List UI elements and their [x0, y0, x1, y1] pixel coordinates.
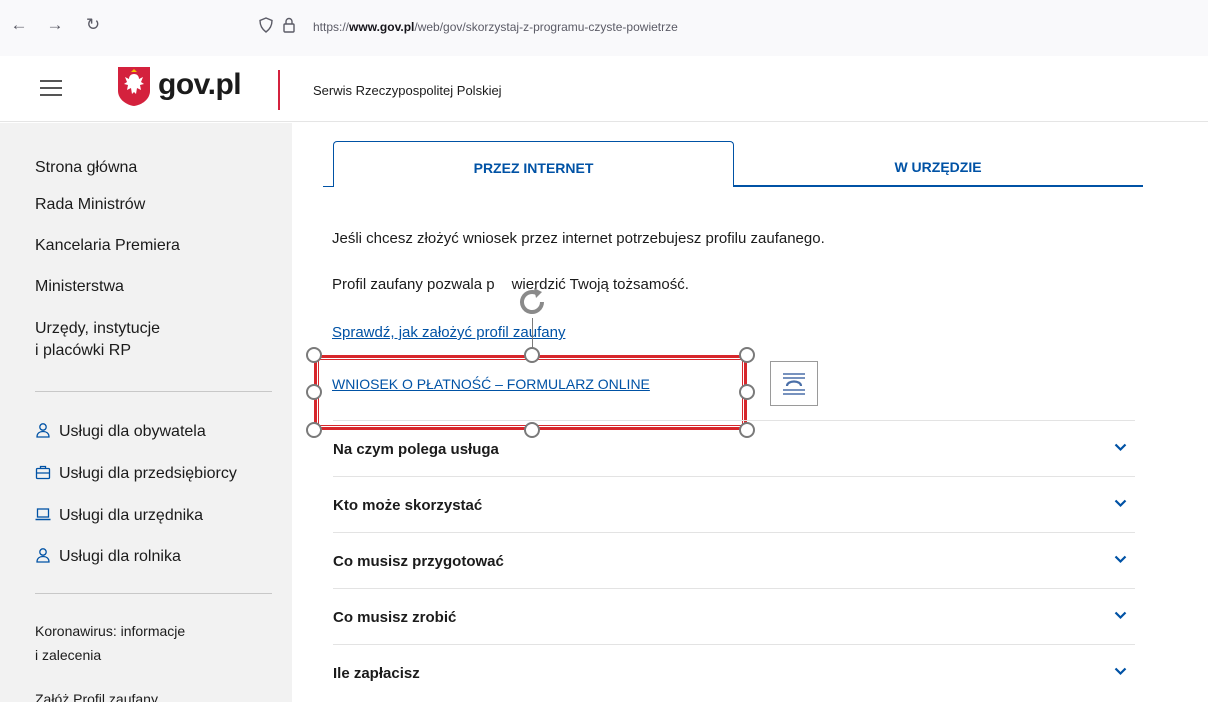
- sidebar-item-covid[interactable]: Koronawirus: informacje i zalecenia: [35, 619, 185, 667]
- accordion-item-title: Kto może skorzystać: [333, 497, 483, 514]
- laptop-icon: [35, 508, 51, 521]
- rotate-handle-icon[interactable]: [512, 282, 552, 322]
- sidebar-item-covid-line1: Koronawirus: informacje: [35, 623, 186, 639]
- intro-paragraph: Jeśli chcesz złożyć wniosek przez intern…: [332, 230, 825, 247]
- accordion-item-title: Co musisz zrobić: [333, 609, 457, 626]
- chevron-down-icon: [1114, 611, 1127, 620]
- wrap-text-icon: [783, 373, 805, 395]
- chevron-down-icon: [1114, 555, 1127, 564]
- accordion-item-title: Ile zapłacisz: [333, 665, 420, 682]
- reload-icon[interactable]: ↻: [82, 14, 104, 36]
- sidebar-item-covid-line2: i zalecenia: [35, 647, 102, 663]
- resize-handle-top-right[interactable]: [739, 347, 755, 363]
- tab-baseline: [733, 185, 1143, 187]
- browser-toolbar: ← → ↻ https://www.gov.pl/web/gov/skorzys…: [0, 0, 1208, 56]
- selection-frame-inner: [318, 359, 743, 426]
- resize-handle-right[interactable]: [739, 384, 755, 400]
- resize-handle-top-left[interactable]: [306, 347, 322, 363]
- accordion-item-title: Co musisz przygotować: [333, 553, 504, 570]
- resize-handle-left[interactable]: [306, 384, 322, 400]
- sidebar: Strona główna Rada Ministrów Kancelaria …: [0, 123, 292, 702]
- back-arrow-icon[interactable]: ←: [8, 14, 30, 36]
- site-header: gov.pl Serwis Rzeczypospolitej Polskiej: [0, 56, 1208, 122]
- resize-handle-top[interactable]: [524, 347, 540, 363]
- site-subtitle: Serwis Rzeczypospolitej Polskiej: [313, 83, 502, 98]
- tab-baseline: [323, 186, 333, 187]
- sidebar-item-label: Usługi dla przedsiębiorcy: [59, 465, 237, 482]
- menu-icon[interactable]: [40, 80, 62, 96]
- sidebar-item-offices[interactable]: Urzędy, instytucje i placówki RP: [35, 318, 160, 362]
- briefcase-icon: [35, 465, 51, 480]
- sidebar-item-profile[interactable]: Załóż Profil zaufany: [35, 687, 158, 702]
- sidebar-item-label: Usługi dla rolnika: [59, 548, 181, 565]
- person-icon: [36, 548, 50, 563]
- chevron-down-icon: [1114, 443, 1127, 452]
- tab-internet-label: PRZEZ INTERNET: [473, 160, 594, 176]
- logo-text[interactable]: gov.pl: [158, 68, 242, 102]
- accordion-item[interactable]: Co musisz przygotować: [333, 532, 1135, 587]
- layout-options-button[interactable]: [770, 361, 818, 406]
- sidebar-item-offices-line2: i placówki RP: [35, 342, 132, 359]
- logo-divider: [278, 70, 280, 110]
- accordion-item-title: Na czym polega usługa: [333, 441, 499, 458]
- shield-icon[interactable]: [258, 17, 274, 33]
- check-profile-link[interactable]: Sprawdź, jak założyć profil zaufany: [332, 324, 565, 341]
- chevron-down-icon: [1114, 499, 1127, 508]
- sidebar-item-official[interactable]: Usługi dla urzędnika: [35, 506, 203, 525]
- rotate-connector: [532, 318, 533, 350]
- forward-arrow-icon[interactable]: →: [44, 14, 66, 36]
- chevron-down-icon: [1114, 667, 1127, 676]
- accordion-item[interactable]: Na czym polega usługa: [333, 420, 1135, 475]
- person-icon: [36, 423, 50, 438]
- gov-emblem-logo[interactable]: [116, 65, 152, 107]
- sidebar-item-council[interactable]: Rada Ministrów: [35, 196, 145, 214]
- sidebar-divider: [35, 391, 272, 392]
- sidebar-item-home[interactable]: Strona główna: [35, 159, 137, 177]
- profile-paragraph: Profil zaufany pozwala p wierdzić Twoją t…: [332, 276, 689, 293]
- sidebar-item-ministries[interactable]: Ministerstwa: [35, 278, 124, 296]
- sidebar-item-label: Usługi dla obywatela: [59, 423, 206, 440]
- sidebar-item-label: Usługi dla urzędnika: [59, 507, 204, 524]
- accordion-item[interactable]: Ile zapłacisz: [333, 644, 1135, 699]
- sidebar-item-entrepreneur[interactable]: Usługi dla przedsiębiorcy: [35, 464, 237, 483]
- address-bar-url[interactable]: https://www.gov.pl/web/gov/skorzystaj-z-…: [313, 20, 678, 34]
- sidebar-divider: [35, 593, 272, 594]
- sidebar-item-citizen[interactable]: Usługi dla obywatela: [35, 422, 206, 441]
- sidebar-item-farmer[interactable]: Usługi dla rolnika: [35, 547, 181, 566]
- resize-handle-bottom-left[interactable]: [306, 422, 322, 438]
- sidebar-item-offices-line1: Urzędy, instytucje: [35, 320, 161, 337]
- tab-internet[interactable]: PRZEZ INTERNET: [333, 141, 734, 187]
- sidebar-item-chancellery[interactable]: Kancelaria Premiera: [35, 237, 180, 255]
- accordion-item[interactable]: Co musisz zrobić: [333, 588, 1135, 643]
- lock-icon[interactable]: [282, 17, 296, 33]
- tab-office[interactable]: W URZĘDZIE: [733, 159, 1143, 175]
- accordion-item[interactable]: Kto może skorzystać: [333, 476, 1135, 531]
